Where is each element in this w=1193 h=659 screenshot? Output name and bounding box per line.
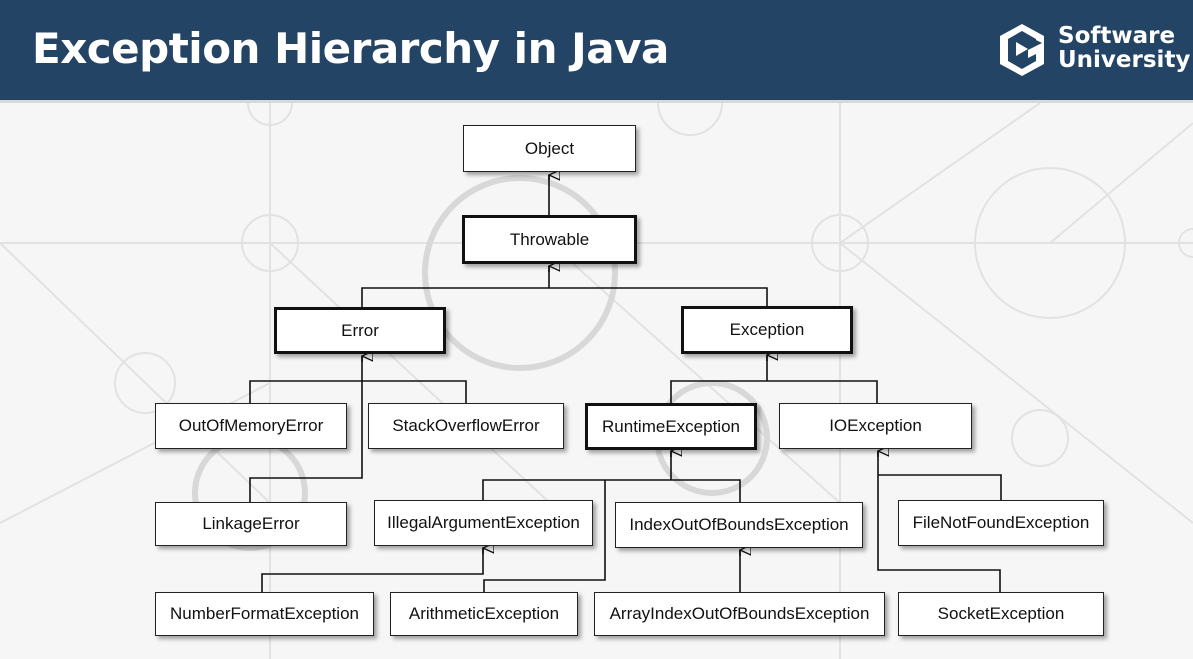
node-error: Error [274, 307, 446, 354]
edge-error-exception-throwable [361, 266, 768, 308]
node-arithmetic-exception: ArithmeticException [390, 592, 578, 636]
node-exception: Exception [681, 306, 853, 354]
node-index-out-of-bounds-exception: IndexOutOfBoundsException [615, 502, 863, 548]
node-illegal-argument-exception: IllegalArgumentException [374, 500, 593, 546]
edge-exception-children [670, 355, 878, 403]
node-linkage-error: LinkageError [155, 502, 347, 546]
node-object: Object [463, 125, 636, 172]
node-number-format-exception: NumberFormatException [155, 592, 374, 636]
edge-numberformat-iae [261, 548, 484, 592]
hierarchy-connectors [249, 0, 1002, 592]
node-io-exception: IOException [779, 403, 972, 449]
node-socket-exception: SocketException [898, 592, 1104, 636]
node-runtime-exception: RuntimeException [585, 403, 757, 450]
node-file-not-found-exception: FileNotFoundException [898, 500, 1104, 546]
node-stack-overflow-error: StackOverflowError [368, 403, 564, 449]
node-out-of-memory-error: OutOfMemoryError [155, 403, 347, 449]
node-throwable: Throwable [462, 215, 637, 264]
node-array-index-out-of-bounds-exception: ArrayIndexOutOfBoundsException [594, 592, 885, 636]
